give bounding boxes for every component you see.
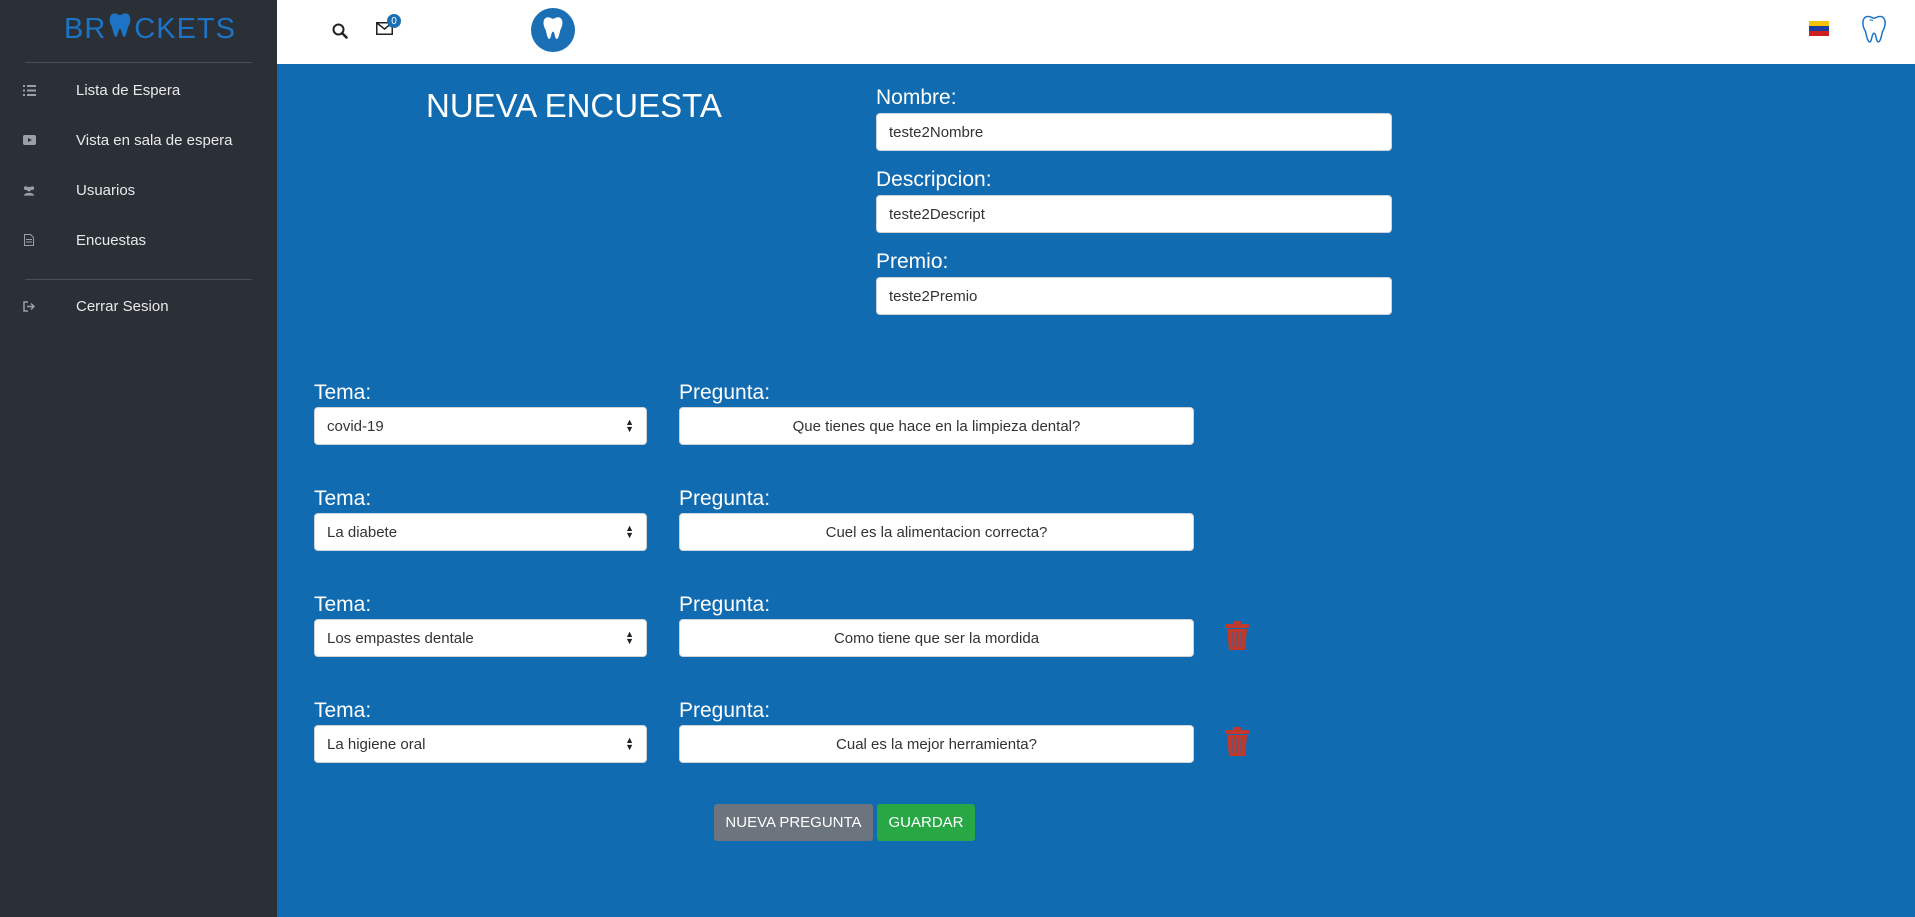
select-arrows-icon: ▲ ▼ [625,417,634,434]
tema-label: Tema: [314,487,372,510]
brand-logo[interactable]: BR CKETS [64,12,236,46]
sidebar: BR CKETS Lista de Espera Vista en sala d… [0,0,277,917]
tema-select[interactable]: covid-19 ▲ ▼ [314,407,647,445]
tema-select-value: La higiene oral [327,735,426,753]
tema-select[interactable]: Los empastes dentale ▲ ▼ [314,619,647,657]
pregunta-label: Pregunta: [679,593,771,616]
sidebar-item-label: Usuarios [76,181,136,199]
page-title: NUEVA ENCUESTA [426,87,722,124]
sidebar-toggle-logo[interactable] [531,8,575,52]
sidebar-item-cerrar-sesion[interactable]: Cerrar Sesion [0,286,277,326]
delete-question-trash-icon[interactable] [1224,727,1250,757]
nueva-pregunta-button[interactable]: NUEVA PREGUNTA [714,804,873,841]
message-count-badge: 0 [387,14,401,28]
user-profile-tooth-icon[interactable] [1860,14,1888,44]
messages-button[interactable]: 0 [373,14,401,42]
pregunta-input[interactable]: Cual es la mejor herramienta? [679,725,1194,763]
nombre-input[interactable]: teste2Nombre [876,113,1392,151]
pregunta-input[interactable]: Que tienes que hace en la limpieza denta… [679,407,1194,445]
sidebar-divider [25,62,252,63]
pregunta-input[interactable]: Como tiene que ser la mordida [679,619,1194,657]
brand-text-start: BR [64,12,107,45]
tema-select-value: covid-19 [327,417,384,435]
sidebar-item-label: Lista de Espera [76,81,181,99]
sidebar-item-encuestas[interactable]: Encuestas [0,220,277,260]
document-icon [22,233,36,247]
guardar-button[interactable]: GUARDAR [877,804,975,841]
sidebar-divider [25,279,252,280]
descripcion-input[interactable]: teste2Descript [876,195,1392,233]
pregunta-label: Pregunta: [679,699,771,722]
delete-question-trash-icon[interactable] [1224,621,1250,651]
sidebar-item-label: Cerrar Sesion [76,297,169,315]
sidebar-item-usuarios[interactable]: Usuarios [0,170,277,210]
sign-out-icon [22,299,36,313]
premio-input[interactable]: teste2Premio [876,277,1392,315]
tema-select-value: Los empastes dentale [327,629,474,647]
top-navbar: 0 [277,0,1915,64]
tema-select-value: La diabete [327,523,398,541]
list-icon [22,83,36,97]
nombre-label: Nombre: [876,86,957,109]
descripcion-label: Descripcion: [876,168,992,191]
tooth-icon [108,12,132,46]
select-arrows-icon: ▲ ▼ [625,523,634,540]
sidebar-item-label: Encuestas [76,231,147,249]
video-icon [22,133,36,147]
tooth-icon [542,16,564,45]
pregunta-label: Pregunta: [679,381,771,404]
pregunta-label: Pregunta: [679,487,771,510]
venezuela-flag-icon[interactable] [1809,21,1829,36]
tema-select[interactable]: La higiene oral ▲ ▼ [314,725,647,763]
search-icon[interactable] [329,20,351,42]
select-arrows-icon: ▲ ▼ [625,629,634,646]
sidebar-item-vista-sala[interactable]: Vista en sala de espera [0,120,277,160]
sidebar-item-label: Vista en sala de espera [76,131,233,149]
tema-label: Tema: [314,593,372,616]
tema-label: Tema: [314,699,372,722]
tema-select[interactable]: La diabete ▲ ▼ [314,513,647,551]
select-arrows-icon: ▲ ▼ [625,735,634,752]
premio-label: Premio: [876,250,949,273]
pregunta-input[interactable]: Cuel es la alimentacion correcta? [679,513,1194,551]
sidebar-item-lista-de-espera[interactable]: Lista de Espera [0,70,277,110]
users-icon [22,183,36,197]
brand-text-end: CKETS [134,12,236,45]
tema-label: Tema: [314,381,372,404]
